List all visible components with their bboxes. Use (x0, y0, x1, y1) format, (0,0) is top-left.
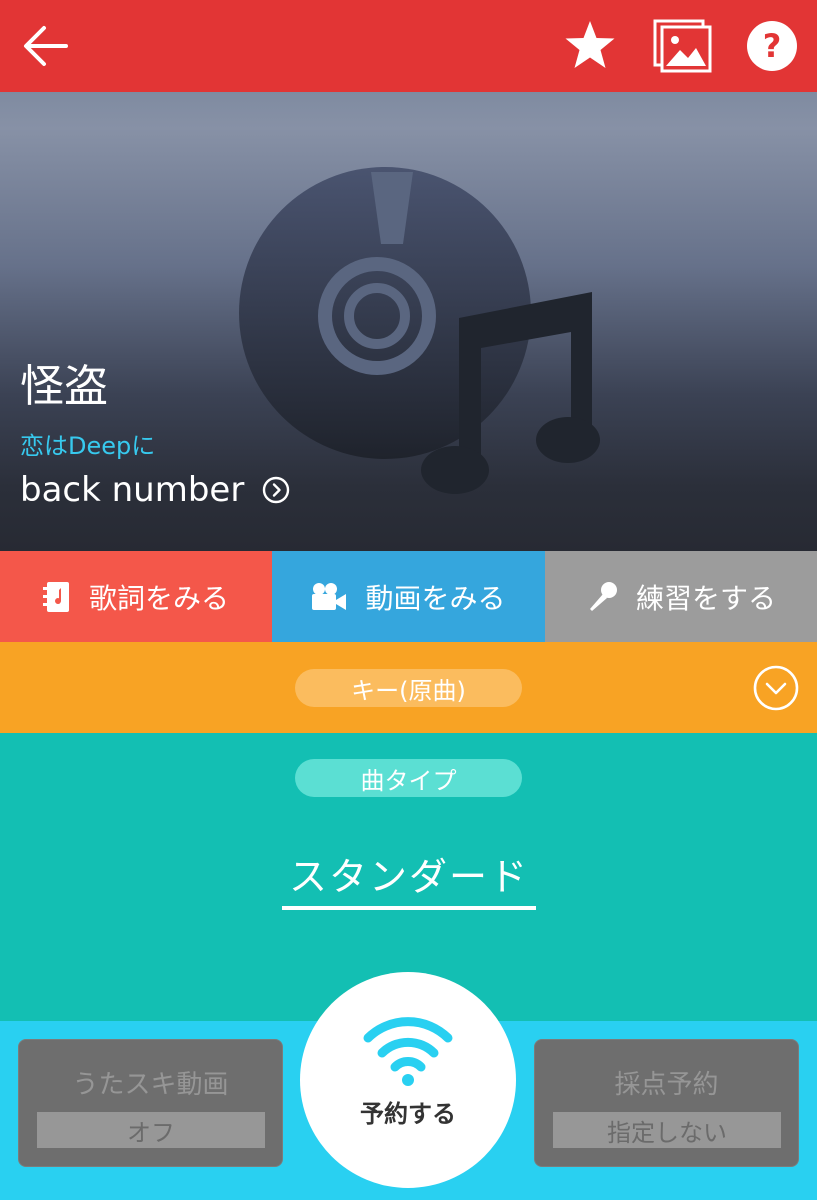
microphone-icon (586, 581, 618, 613)
video-camera-icon (311, 582, 347, 612)
key-label: キー(原曲) (295, 669, 522, 707)
wifi-signal-icon (363, 1017, 453, 1086)
lyrics-book-icon (42, 581, 71, 613)
view-video-label: 動画をみる (365, 581, 506, 615)
song-type-label: 曲タイプ (295, 759, 522, 797)
uta-suki-video-setting[interactable]: うたスキ動画 オフ (18, 1039, 283, 1167)
action-bar: 歌詞をみる 動画をみる 練習をする (0, 551, 817, 642)
view-lyrics-label: 歌詞をみる (88, 581, 229, 615)
chevron-right-circle-icon (263, 476, 290, 504)
song-subtitle: 恋はDeepに (20, 432, 156, 460)
artist-link[interactable]: back number (20, 470, 290, 510)
scoring-title: 採点予約 (614, 1070, 719, 1100)
scoring-reservation-setting[interactable]: 採点予約 指定しない (534, 1039, 799, 1167)
reserve-button[interactable]: 予約する (300, 972, 516, 1188)
uta-suki-value: オフ (37, 1112, 265, 1148)
help-icon[interactable]: ? (740, 14, 804, 78)
key-section: キー(原曲) (0, 642, 817, 733)
song-type-underline (282, 906, 536, 910)
artist-name: back number (20, 470, 245, 510)
star-icon[interactable] (558, 14, 622, 78)
practice-label: 練習をする (635, 581, 776, 615)
svg-text:?: ? (763, 27, 782, 65)
back-arrow-icon[interactable] (14, 14, 78, 78)
song-hero: 怪盗 恋はDeepに back number (0, 92, 817, 551)
view-lyrics-button[interactable]: 歌詞をみる (0, 551, 272, 642)
practice-button[interactable]: 練習をする (545, 551, 817, 642)
top-bar: ? (0, 0, 817, 92)
cd-music-note-icon (239, 167, 600, 494)
song-type-value[interactable]: スタンダード (282, 846, 536, 901)
scoring-value: 指定しない (553, 1112, 781, 1148)
song-title: 怪盗 (20, 361, 108, 412)
reserve-label: 予約する (360, 1100, 456, 1128)
image-icon[interactable] (650, 14, 714, 78)
uta-suki-title: うたスキ動画 (72, 1070, 229, 1100)
chevron-down-circle-icon[interactable] (752, 664, 800, 712)
view-video-button[interactable]: 動画をみる (272, 551, 545, 642)
